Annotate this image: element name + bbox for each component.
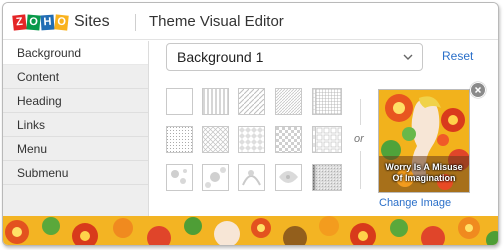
sidebar: Background Content Heading Links Menu Su… bbox=[3, 41, 149, 216]
zoho-sites-logo[interactable]: Z O H O Sites bbox=[12, 13, 110, 31]
pattern-swatch-floral-2[interactable] bbox=[202, 164, 229, 191]
separator bbox=[360, 151, 361, 189]
sidebar-item-submenu[interactable]: Submenu bbox=[3, 161, 148, 185]
background-image-preview[interactable]: Worry Is A Misuse Of Imagination bbox=[378, 89, 470, 193]
sidebar-item-links[interactable]: Links bbox=[3, 113, 148, 137]
pattern-swatch-tiles[interactable] bbox=[315, 126, 342, 153]
or-label: or bbox=[354, 133, 364, 145]
change-image-link[interactable]: Change Image bbox=[379, 197, 451, 209]
pattern-swatch-diagonal-lines[interactable] bbox=[238, 88, 265, 115]
pattern-swatch-noise-light[interactable] bbox=[315, 164, 342, 191]
separator bbox=[360, 99, 361, 125]
background-select[interactable]: Background 1 bbox=[166, 43, 423, 71]
logo-tile: O bbox=[26, 13, 41, 31]
logo-tile: H bbox=[40, 14, 55, 30]
logo-tile: O bbox=[54, 13, 69, 31]
chevron-down-icon bbox=[403, 54, 413, 60]
app-header: Z O H O Sites Theme Visual Editor bbox=[3, 3, 498, 40]
caption-line: Worry Is A Misuse bbox=[385, 162, 463, 172]
page-title: Theme Visual Editor bbox=[149, 13, 284, 30]
logo-tile: Z bbox=[12, 13, 27, 31]
product-name: Sites bbox=[74, 13, 110, 30]
pattern-swatch-diamond-check[interactable] bbox=[238, 126, 265, 153]
sidebar-item-content[interactable]: Content bbox=[3, 65, 148, 89]
pattern-swatch-blank[interactable] bbox=[166, 88, 193, 115]
background-preview-strip bbox=[3, 216, 498, 245]
remove-image-button[interactable] bbox=[470, 82, 486, 98]
sidebar-item-background[interactable]: Background bbox=[3, 41, 148, 65]
pattern-swatch-floral-4[interactable] bbox=[275, 164, 302, 191]
pattern-swatch-dots[interactable] bbox=[166, 126, 193, 153]
reset-link[interactable]: Reset bbox=[442, 49, 473, 63]
pattern-swatch-floral-3[interactable] bbox=[238, 164, 265, 191]
pattern-swatch-checkerboard[interactable] bbox=[275, 126, 302, 153]
pattern-swatch-dense-grid[interactable] bbox=[315, 88, 342, 115]
close-icon bbox=[474, 86, 482, 94]
sidebar-item-menu[interactable]: Menu bbox=[3, 137, 148, 161]
pattern-swatch-diagonal-fine[interactable] bbox=[275, 88, 302, 115]
sidebar-item-heading[interactable]: Heading bbox=[3, 89, 148, 113]
background-select-value: Background 1 bbox=[177, 49, 264, 65]
theme-editor-window: Z O H O Sites Theme Visual Editor Backgr… bbox=[2, 2, 499, 246]
preview-caption: Worry Is A Misuse Of Imagination bbox=[379, 162, 469, 184]
zoho-logo-tiles: Z O H O bbox=[12, 13, 69, 31]
pattern-swatch-vertical-stripes[interactable] bbox=[202, 88, 229, 115]
header-divider bbox=[135, 14, 136, 31]
pattern-swatch-cross-hatch[interactable] bbox=[202, 126, 229, 153]
caption-line: Of Imagination bbox=[392, 173, 456, 183]
pattern-swatch-floral-1[interactable] bbox=[166, 164, 193, 191]
